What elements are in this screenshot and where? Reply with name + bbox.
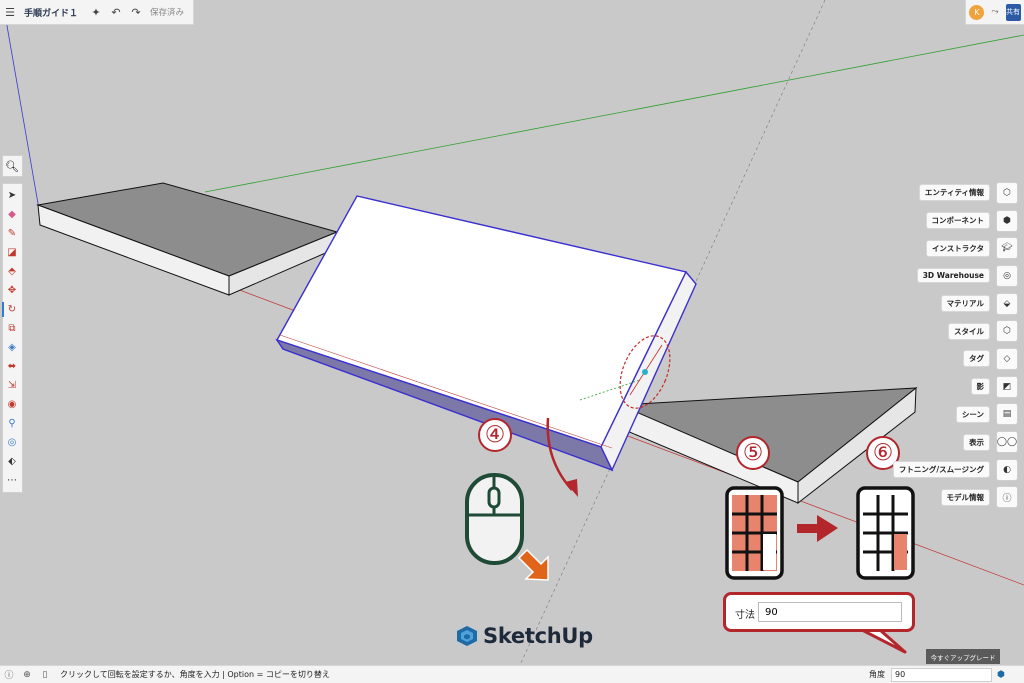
panel-item-shadows[interactable]: 影 ◩ xyxy=(818,373,1018,401)
undo-icon[interactable]: ↶ xyxy=(106,6,126,19)
panel-label: 3D Warehouse xyxy=(916,268,990,284)
panel-item-display[interactable]: 表示 ◯◯ xyxy=(818,428,1018,456)
globe-icon[interactable]: ⊕ xyxy=(18,670,36,680)
instructor-icon[interactable]: 🎓︎ xyxy=(996,237,1018,260)
rectangle-tool-icon[interactable]: ◪ xyxy=(4,243,21,262)
scenes-icon[interactable]: ▤ xyxy=(996,403,1018,426)
panel-label: 影 xyxy=(970,378,990,396)
panel-item-model-info[interactable]: モデル情報 ⓘ xyxy=(818,484,1018,512)
notification-icon[interactable]: ⤳ xyxy=(991,7,998,17)
panel-label: インストラクタ xyxy=(925,239,990,257)
styles-icon[interactable]: ⬡ xyxy=(996,320,1018,343)
share-button[interactable]: 共有 xyxy=(1005,3,1021,21)
eraser-tool-icon[interactable]: ◆ xyxy=(4,205,21,224)
paint-bucket-tool-icon[interactable]: ◈ xyxy=(4,338,21,357)
status-bar: ⓘ ⊕ ▯ クリックして回転を設定するか、角度を入力 | Option = コピ… xyxy=(0,665,1024,683)
upgrade-button[interactable]: 今すぐアップグレード xyxy=(926,649,1000,664)
panel-item-scenes[interactable]: シーン ▤ xyxy=(818,401,1018,429)
mouse-hint-icon: ▯ xyxy=(42,669,48,680)
dimension-label: 寸法 xyxy=(735,610,755,621)
panel-label: タグ xyxy=(963,350,990,368)
sparkle-icon[interactable]: ✦ xyxy=(86,6,106,19)
status-hint: クリックして回転を設定するか、角度を入力 | Option = コピーを切り替え xyxy=(60,670,330,679)
panel-label: モデル情報 xyxy=(940,488,990,506)
panel-label: コンポーネント xyxy=(925,212,990,230)
panel-item-instructor[interactable]: インストラクタ 🎓︎ xyxy=(818,234,1018,262)
mouse-icon xyxy=(465,473,524,565)
save-status: 保存済み xyxy=(150,8,185,18)
dimension-callout: 寸法 90 xyxy=(723,592,915,632)
entity-info-icon[interactable]: ⬡ xyxy=(996,181,1018,204)
redo-icon[interactable]: ↷ xyxy=(126,6,146,19)
display-icon[interactable]: ◯◯ xyxy=(996,431,1018,454)
push-pull-tool-icon[interactable]: ⬘ xyxy=(4,262,21,281)
left-toolbar: 🔍︎ ➤ ◆ ✎ ◪ ⬘ ✥ ↻ ⧉ ◈ ⬌ ⇲ ◉ ⚲ ◎ ⬖ ⋯ xyxy=(1,155,23,493)
panel-item-3d-warehouse[interactable]: 3D Warehouse ◎ xyxy=(818,262,1018,290)
keypad-icon-step5 xyxy=(725,486,784,580)
avatar[interactable]: K xyxy=(969,4,985,20)
right-panel: エンティティ情報 ⬡ コンポーネント ⬢ インストラクタ 🎓︎ 3D Warehous… xyxy=(818,179,1018,511)
walk-tool-icon[interactable]: ⇲ xyxy=(4,376,21,395)
panel-label: シーン xyxy=(955,405,990,423)
angle-input[interactable]: 90 xyxy=(891,667,992,682)
info-icon[interactable]: ⓘ xyxy=(0,668,18,681)
move-tool-icon[interactable]: ✥ xyxy=(4,281,21,300)
panel-label: マテリアル xyxy=(940,295,990,313)
soften-smooth-icon[interactable]: ◐ xyxy=(996,458,1018,481)
angle-label: 角度 xyxy=(869,670,885,679)
panel-label: 表示 xyxy=(963,433,990,451)
top-toolbar: ☰ 手順ガイド１ ✦ ↶ ↷ 保存済み xyxy=(0,0,194,25)
measurement-box: 角度 90 ⬢ xyxy=(869,666,1010,683)
panel-item-tags[interactable]: タグ ◇ xyxy=(818,345,1018,373)
orbit-tool-icon[interactable]: ◎ xyxy=(4,433,21,452)
tags-icon[interactable]: ◇ xyxy=(996,347,1018,370)
panel-label: エンティティ情報 xyxy=(918,184,990,202)
shadows-icon[interactable]: ◩ xyxy=(996,375,1018,398)
step-4-badge: ④ xyxy=(478,418,512,452)
tool-column: ➤ ◆ ✎ ◪ ⬘ ✥ ↻ ⧉ ◈ ⬌ ⇲ ◉ ⚲ ◎ ⬖ ⋯ xyxy=(1,183,23,493)
panel-label: スタイル xyxy=(948,322,990,340)
search-tool-icon[interactable]: 🔍︎ xyxy=(1,155,23,177)
panel-label: フトニング/スムージング xyxy=(892,461,990,479)
top-right-bar: K ⤳ 共有 xyxy=(965,0,1024,25)
warehouse-icon[interactable]: ◎ xyxy=(996,264,1018,287)
components-icon[interactable]: ⬢ xyxy=(996,209,1018,232)
dimension-field[interactable]: 90 xyxy=(758,602,902,622)
scale-tool-icon[interactable]: ⧉ xyxy=(4,319,21,338)
sketchup-logo: SketchUp xyxy=(456,624,593,648)
sketchup-status-icon: ⬢ xyxy=(997,669,1005,680)
rotate-tool-icon[interactable]: ↻ xyxy=(1,300,21,319)
panel-item-materials[interactable]: マテリアル ⬙ xyxy=(818,290,1018,318)
position-camera-tool-icon[interactable]: ◉ xyxy=(4,395,21,414)
menu-icon[interactable]: ☰ xyxy=(0,6,20,19)
materials-icon[interactable]: ⬙ xyxy=(996,292,1018,315)
section-plane-tool-icon[interactable]: ⬌ xyxy=(4,357,21,376)
tape-measure-tool-icon[interactable]: ⬖ xyxy=(4,452,21,471)
more-tools-icon[interactable]: ⋯ xyxy=(4,471,21,490)
sketchup-logo-icon xyxy=(457,626,477,646)
panel-item-components[interactable]: コンポーネント ⬢ xyxy=(818,207,1018,235)
panel-item-entity-info[interactable]: エンティティ情報 ⬡ xyxy=(818,179,1018,207)
model-title[interactable]: 手順ガイド１ xyxy=(24,6,78,19)
zoom-tool-icon[interactable]: ⚲ xyxy=(4,414,21,433)
logo-text: SketchUp xyxy=(483,624,593,648)
panel-item-soften-smooth[interactable]: フトニング/スムージング ◐ xyxy=(818,456,1018,484)
panel-item-styles[interactable]: スタイル ⬡ xyxy=(818,317,1018,345)
step-5-badge: ⑤ xyxy=(736,436,770,470)
pencil-tool-icon[interactable]: ✎ xyxy=(4,224,21,243)
select-tool-icon[interactable]: ➤ xyxy=(4,186,21,205)
model-info-icon[interactable]: ⓘ xyxy=(996,486,1018,509)
